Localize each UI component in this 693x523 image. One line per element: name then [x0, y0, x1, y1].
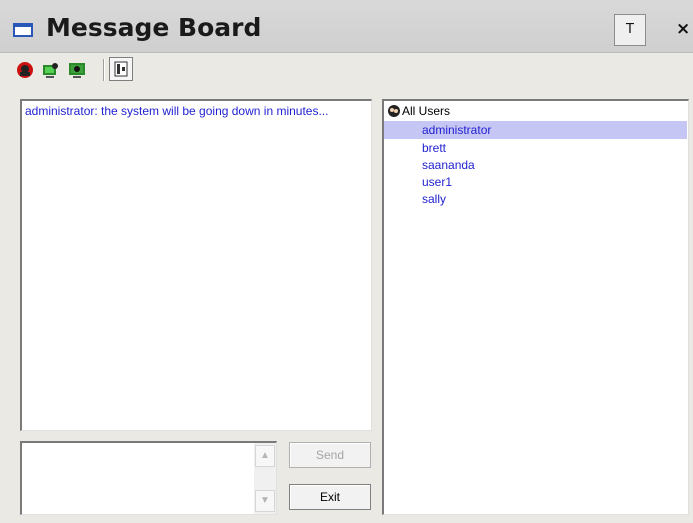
compose-input[interactable] — [24, 445, 250, 513]
pin-button[interactable]: T — [614, 14, 646, 46]
close-button[interactable]: × — [676, 19, 690, 39]
message-log-text: administrator: the system will be going … — [25, 104, 329, 118]
user-item-sally[interactable]: sally — [384, 190, 687, 208]
user-list-panel[interactable]: All Users administrator brett saananda u… — [382, 99, 689, 515]
toolbar-separator — [103, 59, 105, 81]
tree-root-all-users[interactable]: All Users — [387, 104, 450, 118]
compose-scrollbar[interactable]: ▲ ▼ — [254, 443, 276, 514]
users-group-icon — [388, 105, 400, 117]
window-title: Message Board — [46, 13, 262, 42]
mode-toggle-icon — [114, 61, 128, 77]
user-item-administrator[interactable]: administrator — [384, 121, 687, 139]
scroll-down-button[interactable]: ▼ — [255, 490, 275, 512]
user-item-brett[interactable]: brett — [384, 139, 687, 157]
title-bar: Message Board T × — [0, 0, 693, 53]
user-item-saananda[interactable]: saananda — [384, 156, 687, 174]
user-item-user1[interactable]: user1 — [384, 173, 687, 191]
message-log-panel: administrator: the system will be going … — [20, 99, 372, 431]
scroll-up-button[interactable]: ▲ — [255, 445, 275, 467]
user-block-icon[interactable] — [16, 61, 34, 79]
compose-panel: ▲ ▼ — [20, 441, 277, 515]
tree-root-label: All Users — [402, 104, 451, 118]
user-monitor-icon[interactable] — [42, 61, 60, 79]
window-icon — [13, 23, 33, 37]
exit-button[interactable]: Exit — [289, 484, 371, 510]
mode-toggle-button[interactable] — [109, 57, 133, 81]
send-button[interactable]: Send — [289, 442, 371, 468]
monitor-share-icon[interactable] — [68, 61, 86, 79]
